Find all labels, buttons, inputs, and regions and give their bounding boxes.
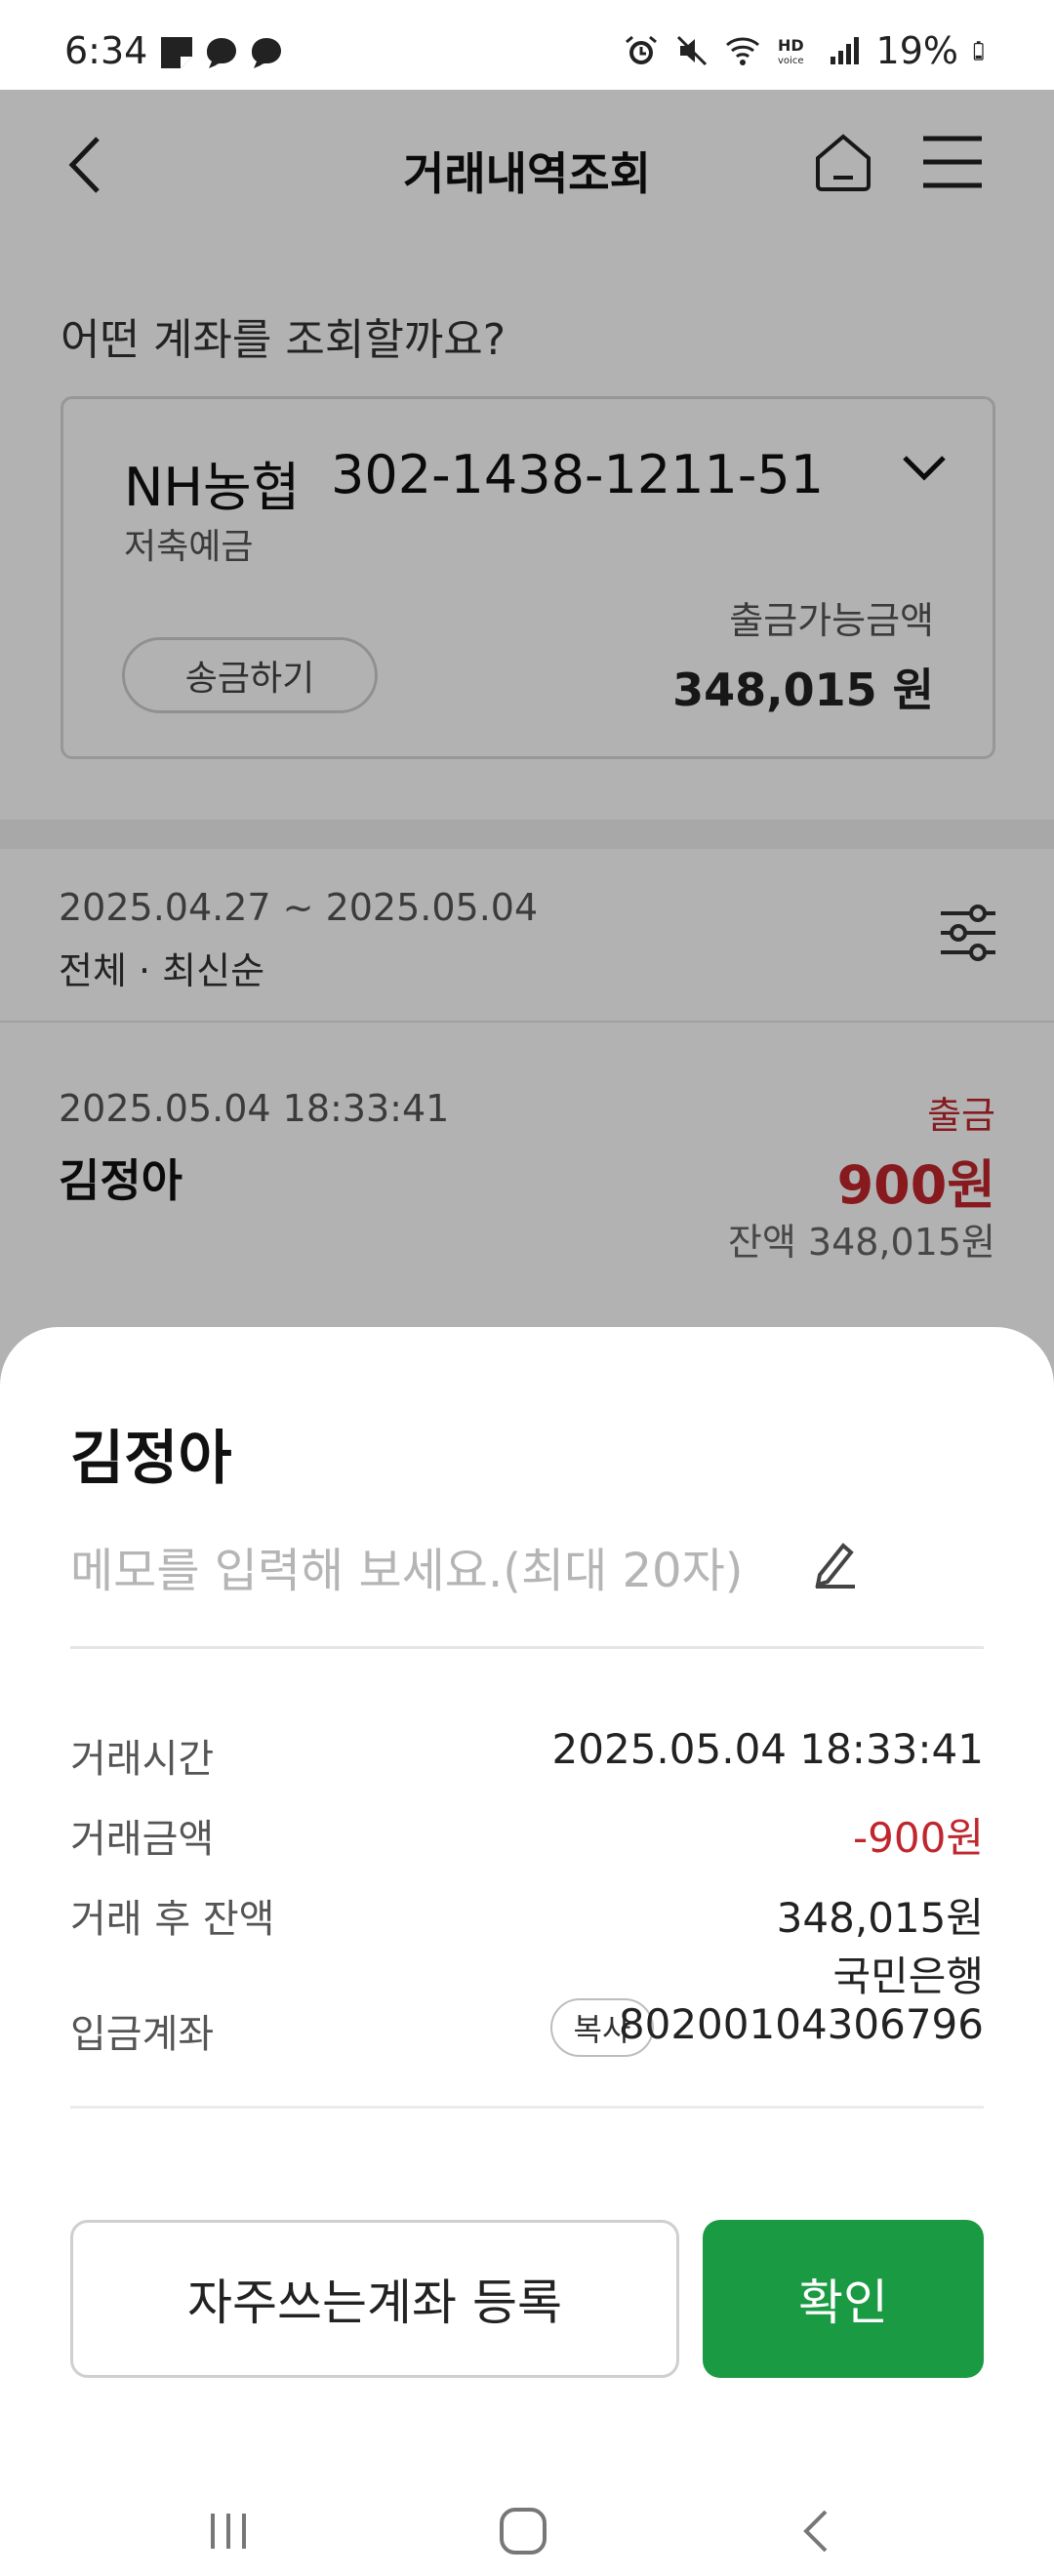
svg-text:voice: voice xyxy=(778,56,803,66)
memo-field[interactable]: 메모를 입력해 보세요.(최대 20자) xyxy=(70,1532,743,1600)
status-time: 6:34 xyxy=(64,29,148,72)
battery-percent: 19% xyxy=(875,29,958,72)
mute-icon xyxy=(676,35,707,66)
recent-apps-icon[interactable] xyxy=(199,2502,258,2560)
transaction-detail-sheet: 김정아 메모를 입력해 보세요.(최대 20자) 거래시간 2025.05.04… xyxy=(0,1327,1054,2576)
notification-icons xyxy=(158,35,285,70)
alarm-icon xyxy=(625,35,657,64)
back-nav-icon[interactable] xyxy=(789,2502,847,2560)
system-icons: HD voice 19% xyxy=(623,29,993,72)
row-label-time: 거래시간 xyxy=(70,1737,215,1782)
thread-icon xyxy=(207,38,236,68)
row-value-amount: -900원 xyxy=(853,1814,984,1862)
battery-icon xyxy=(973,41,984,60)
svg-text:HD: HD xyxy=(778,36,804,55)
status-bar: 6:34 HD voice 19% xyxy=(0,0,1054,90)
hd-voice-icon: HDvoice xyxy=(778,36,804,66)
row-label-amount: 거래금액 xyxy=(70,1817,215,1862)
pencil-icon[interactable] xyxy=(812,1538,859,1590)
divider xyxy=(70,1646,984,1649)
system-nav-bar xyxy=(0,2475,1054,2576)
thread-icon xyxy=(252,38,281,68)
confirm-button[interactable]: 확인 xyxy=(703,2220,984,2378)
row-value-balance: 348,015원 xyxy=(776,1894,984,1942)
sheet-title: 김정아 xyxy=(70,1425,232,1493)
row-value-account-number: 80200104306796 xyxy=(618,2000,984,2048)
divider xyxy=(70,2106,984,2109)
row-label-balance: 거래 후 잔액 xyxy=(70,1897,275,1942)
row-label-account: 입금계좌 xyxy=(70,2012,215,2057)
sticky-note-icon xyxy=(161,37,192,68)
home-nav-icon[interactable] xyxy=(494,2502,552,2560)
signal-icon xyxy=(830,37,859,64)
row-value-time: 2025.05.04 18:33:41 xyxy=(551,1725,984,1773)
register-favorite-account-button[interactable]: 자주쓰는계좌 등록 xyxy=(70,2220,679,2378)
row-value-bank: 국민은행 xyxy=(832,1952,984,2000)
wifi-icon xyxy=(725,37,759,65)
